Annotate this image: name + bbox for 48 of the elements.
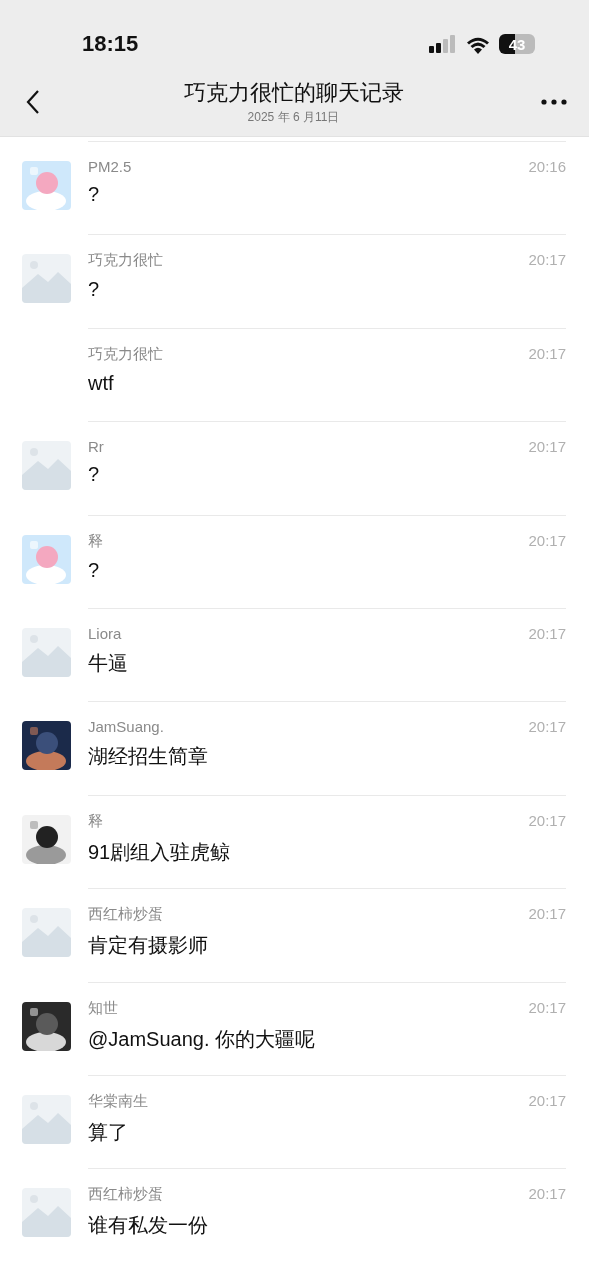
message-text: ? — [88, 183, 101, 206]
message-text: 91剧组入驻虎鲸 — [88, 839, 232, 865]
sender-name: 释 — [88, 811, 103, 831]
sender-name: 释 — [88, 531, 103, 551]
message-text: 谁有私发一份 — [88, 1213, 209, 1239]
message-time: 20:17 — [528, 251, 566, 271]
message-text: 湖经招生简章 — [88, 744, 209, 770]
message-time: 20:17 — [528, 905, 566, 925]
image-placeholder-icon — [22, 254, 71, 304]
message-text: wtf — [88, 371, 115, 395]
message-text: 肯定有摄影师 — [88, 933, 209, 959]
more-icon — [541, 99, 567, 105]
message-time: 20:17 — [528, 811, 566, 831]
sender-name: 西红柿炒蛋 — [88, 1185, 163, 1205]
message-time: 20:17 — [528, 998, 566, 1018]
image-placeholder-icon — [22, 908, 71, 958]
image-placeholder-icon — [22, 627, 71, 677]
message-time: 20:17 — [528, 531, 566, 551]
sender-name: 华棠南生 — [88, 1091, 148, 1111]
message-time: 20:16 — [528, 158, 566, 175]
message-time: 20:17 — [528, 718, 566, 736]
message-time: 20:17 — [528, 1091, 566, 1111]
message-text: ? — [88, 463, 101, 487]
message-time: 20:17 — [528, 1185, 566, 1205]
message-text: @JamSuang. 你的大疆呢 — [88, 1026, 317, 1052]
message-time: 20:17 — [528, 344, 566, 364]
signal-icon — [429, 35, 457, 53]
message-time: 20:17 — [528, 438, 566, 456]
sender-name: 知世 — [88, 998, 118, 1018]
image-placeholder-icon — [22, 441, 71, 491]
message-time: 20:17 — [528, 624, 566, 642]
status-time: 18:15 — [82, 31, 139, 57]
image-placeholder-icon — [22, 1188, 71, 1238]
chat-title: 巧克力很忙的聊天记录 — [183, 79, 404, 107]
back-icon — [26, 89, 40, 115]
message-text: 算了 — [88, 1119, 129, 1145]
message-text: 牛逼 — [88, 650, 129, 676]
sender-name: Rr — [88, 438, 104, 456]
image-placeholder-icon — [22, 1094, 71, 1144]
sender-name: Liora — [88, 624, 122, 642]
sender-name: 巧克力很忙 — [88, 251, 163, 271]
chat-date: 2025 年 6 月11日 — [247, 109, 340, 126]
sender-name: JamSuang. — [88, 718, 164, 736]
sender-name: 西红柿炒蛋 — [88, 905, 163, 925]
message-text: ? — [88, 558, 101, 582]
sender-name: PM2.5 — [88, 158, 132, 175]
sender-name: 巧克力很忙 — [88, 344, 163, 364]
message-text: ? — [88, 278, 101, 302]
